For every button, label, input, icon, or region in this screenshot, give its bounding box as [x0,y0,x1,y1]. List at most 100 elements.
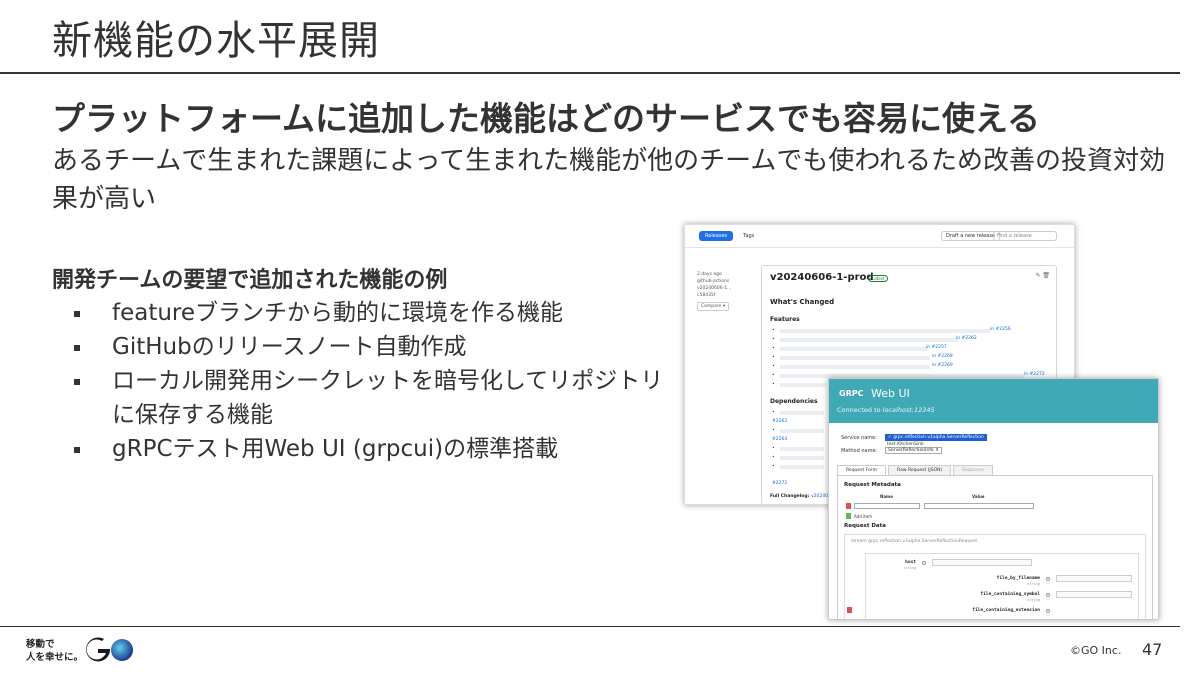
pr-link[interactable]: in #2268 [932,354,953,359]
bullet-square-icon [74,311,80,317]
method-name-value: ServerReflectionInfo [888,448,934,453]
tab-request-form[interactable]: Request Form [837,465,887,475]
edit-delete-icons[interactable]: ✎ 🗑 [1035,272,1050,279]
metadata-name-input[interactable] [854,503,920,509]
compare-label: Compare [701,304,722,309]
full-changelog: Full Changelog: v2024060 [770,494,834,499]
bullet-item: gRPCテスト用Web UI (grpcui)の標準搭載 [72,432,672,466]
bullet-square-icon [74,447,80,453]
dependency-link[interactable]: #2272 [772,481,787,486]
metadata-value-column: Value [972,494,985,499]
metadata-name-column: Name [880,494,893,499]
page-number: 47 [1142,640,1163,659]
feature-item: • in #2262 [772,336,977,342]
metadata-value-input[interactable] [924,503,1034,509]
find-release-input[interactable]: Find a release [993,231,1057,241]
request-type: stream grpc.reflection.v1alpha.ServerRef… [851,539,978,544]
bullet-square-icon [74,379,80,385]
dependency-item: • [772,446,832,451]
brand-line-2: 人を幸せに。 [26,652,84,663]
remove-metadata-icon[interactable] [846,503,851,509]
bullet-square-icon [74,345,80,351]
request-data-heading: Request Data [844,523,886,529]
latest-badge: Latest [868,275,889,282]
full-changelog-label: Full Changelog: [770,494,810,499]
dependency-link[interactable]: #2264 [772,437,787,442]
bullet-item: featureブランチから動的に環境を作る機能 [72,296,672,330]
tab-tags[interactable]: Tags [737,231,760,241]
brand-line-1: 移動で [26,639,55,650]
feature-bullet-list: featureブランチから動的に環境を作る機能 GitHubのリリースノート自動… [72,296,672,466]
subheadline: あるチームで生まれた課題によって生まれた機能が他のチームでも使われるため改善の投… [52,146,1166,214]
connected-status: Connected to localhost:12345 [837,406,935,414]
releases-divider [685,247,1074,248]
field-radio[interactable] [1046,609,1050,613]
grpcui-tabs: Request Form Raw Request (JSON) Response [837,465,995,475]
release-meta: 2 days ago github-actions v20240606-1...… [697,271,731,311]
dependencies-heading: Dependencies [770,398,818,405]
pr-link[interactable]: in #2269 [932,363,953,368]
release-age: 2 days ago [697,272,722,277]
field-input[interactable] [932,559,1032,566]
grpcui-title: Web UI [871,387,910,400]
field-type: string [1027,582,1040,586]
pr-link[interactable]: in #2272 [1024,372,1045,377]
compare-button[interactable]: Compare ▾ [697,302,730,311]
pr-link[interactable]: in #2257 [926,345,947,350]
feature-item: • in #2268 [772,354,953,360]
field-radio[interactable] [1046,593,1050,597]
bullet-item: GitHubのリリースノート自動作成 [72,330,672,364]
field-input[interactable] [1056,591,1132,598]
add-item-label[interactable]: Add item [854,514,872,519]
method-name-select[interactable]: ServerReflectionInfo ⇕ [885,447,942,454]
grpcui-header: GRPC Web UI Connected to localhost:12345 [829,379,1158,423]
connected-prefix: Connected to [837,406,881,414]
footer-divider [0,626,1180,627]
service-name-select[interactable]: ✓ grpc.reflection.v1alpha.ServerReflecti… [885,434,987,441]
release-author[interactable]: github-actions [697,278,731,285]
whats-changed-heading: What's Changed [770,298,835,306]
pr-link[interactable]: in #2256 [990,327,1011,332]
feature-item: • [772,382,832,387]
feature-item: • in #2269 [772,363,953,369]
list-heading: 開発チームの要望で追加された機能の例 [52,268,448,293]
dependency-item: • [772,464,832,469]
pr-link[interactable]: in #2262 [956,336,977,341]
field-type: string [1027,598,1040,602]
dependency-item: • [772,455,832,460]
release-name[interactable]: v20240606-1-prod [770,272,874,283]
field-name: file_containing_extension [972,608,1040,613]
request-metadata-heading: Request Metadata [844,482,901,488]
tab-releases[interactable]: Releases [699,231,734,241]
bullet-item: ローカル開発用シークレットを暗号化してリポジトリに保存する機能 [72,364,672,432]
bullet-text: featureブランチから動的に環境を作る機能 [112,300,564,326]
headline: プラットフォームに追加した機能はどのサービスでも容易に使える [52,99,1041,138]
bullet-text: GitHubのリリースノート自動作成 [112,334,467,360]
field-input[interactable] [1056,575,1132,582]
release-tag[interactable]: v20240606-1... [697,285,731,292]
tab-response[interactable]: Response [953,465,993,475]
field-name: file_containing_symbol [980,592,1040,597]
method-name-label: Method name: [841,448,878,454]
go-logo-icon [86,637,133,662]
grpcui-screenshot: GRPC Web UI Connected to localhost:12345… [828,378,1159,620]
release-commit[interactable]: c58435f [697,292,731,299]
releases-tabs: Releases Tags [699,231,760,241]
connected-host: localhost:12345 [882,406,935,414]
request-fields: host string file_by_filename string file… [865,553,1139,619]
slide-title: 新機能の水平展開 [52,18,380,64]
tab-raw-request[interactable]: Raw Request (JSON) [888,465,952,475]
field-name: file_by_filename [996,576,1040,581]
add-item-icon[interactable] [846,513,851,519]
dependency-item: • [772,410,832,415]
request-form-panel: Request Metadata Name Value Add item Req… [837,475,1153,619]
field-name: host [905,560,916,565]
brand-tagline: 移動で 人を幸せに。 [26,638,83,664]
feature-item: • in #2257 [772,345,947,351]
draft-release-button[interactable]: Draft a new release [941,231,1001,241]
field-radio[interactable] [922,561,926,565]
dependency-link[interactable]: #2263 [772,419,787,424]
field-radio[interactable] [1046,577,1050,581]
remove-field-icon[interactable] [847,607,852,613]
features-heading: Features [770,316,800,323]
